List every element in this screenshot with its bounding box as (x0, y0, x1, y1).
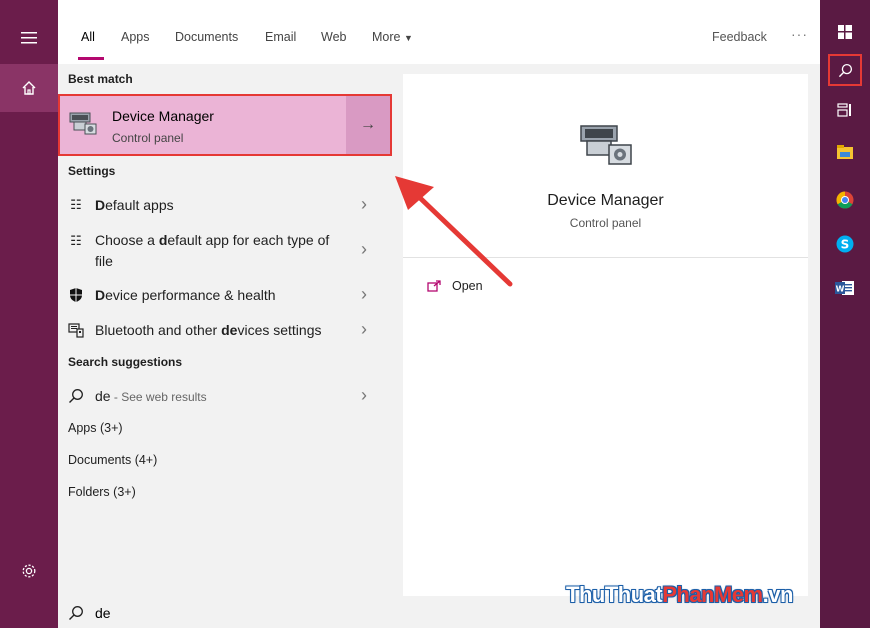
settings-gear-icon (22, 564, 36, 578)
default-apps-icon: ☷ (70, 197, 82, 212)
start-button[interactable] (820, 12, 870, 52)
active-tab-indicator (78, 57, 104, 60)
skype-button[interactable]: S (820, 224, 870, 264)
chrome-button[interactable] (820, 180, 870, 220)
category-apps[interactable]: Apps (3+) (68, 421, 123, 435)
device-manager-icon (69, 112, 97, 135)
word-button[interactable]: W (820, 268, 870, 308)
tab-more-label: More (372, 30, 401, 44)
list-item-label: Choose a default app for each type of fi… (95, 232, 330, 269)
chevron-right-icon: › (361, 319, 367, 339)
windows-logo-icon (838, 25, 852, 39)
list-item-label: Bluetooth and other devices settings (95, 322, 322, 338)
task-view-icon (837, 103, 851, 117)
best-match-open-button[interactable]: → (346, 96, 390, 154)
best-match-device-manager[interactable]: Device Manager Control panel → (58, 94, 392, 156)
taskbar: S W (820, 0, 870, 628)
chevron-right-icon: › (361, 385, 367, 405)
settings-heading: Settings (68, 164, 116, 178)
list-item-default-apps[interactable]: ☷ Default apps › (58, 194, 392, 218)
word-icon: W (835, 281, 854, 295)
search-icon (69, 389, 83, 403)
default-apps-icon: ☷ (70, 233, 82, 248)
list-item-label: de - See web results (95, 388, 207, 404)
taskbar-search-button[interactable] (828, 54, 862, 86)
search-icon (69, 606, 83, 620)
list-item-device-performance[interactable]: Device performance & health › (58, 284, 392, 308)
more-options-button[interactable]: ··· (791, 26, 808, 42)
shield-icon (70, 288, 82, 302)
chevron-right-icon: › (361, 239, 367, 259)
list-item-label: Default apps (95, 197, 174, 213)
device-manager-icon (580, 125, 632, 165)
home-button[interactable] (0, 64, 58, 112)
chevron-right-icon: › (361, 284, 367, 304)
caret-down-icon: ▼ (403, 33, 413, 43)
detail-divider (403, 257, 808, 258)
list-item-bluetooth-devices[interactable]: Bluetooth and other devices settings › (58, 319, 392, 343)
open-action[interactable]: Open (427, 279, 483, 293)
list-item-web-suggestion[interactable]: de - See web results › (58, 385, 392, 409)
search-input[interactable]: de (95, 605, 111, 621)
settings-button[interactable] (0, 547, 58, 595)
list-item-label: Device performance & health (95, 287, 276, 303)
best-match-subtitle: Control panel (112, 131, 184, 145)
file-explorer-icon (837, 145, 853, 159)
detail-pane: Device Manager Control panel Open (403, 74, 808, 596)
search-tabs: All Apps Documents Email Web More ▼ Feed… (58, 0, 820, 64)
detail-subtitle: Control panel (569, 216, 642, 230)
task-view-button[interactable] (820, 90, 870, 130)
start-rail (0, 0, 58, 628)
tab-web[interactable]: Web (321, 30, 346, 44)
tab-more[interactable]: More ▼ (372, 30, 413, 44)
svg-text:W: W (836, 285, 845, 294)
chrome-icon (836, 191, 854, 209)
svg-text:S: S (841, 238, 850, 252)
detail-title: Device Manager (547, 192, 664, 209)
watermark-logo: ThuThuatPhanMem.vn (566, 582, 793, 607)
list-item-default-app-file-type[interactable]: ☷ Choose a default app for each type of … (58, 230, 392, 274)
chevron-right-icon: › (361, 194, 367, 214)
hamburger-icon (21, 32, 37, 44)
best-match-heading: Best match (68, 72, 133, 86)
skype-icon: S (836, 235, 854, 253)
open-icon (427, 280, 441, 292)
hamburger-menu-button[interactable] (0, 14, 58, 62)
feedback-link[interactable]: Feedback (712, 30, 767, 44)
bluetooth-devices-icon (68, 323, 84, 338)
category-folders[interactable]: Folders (3+) (68, 485, 136, 499)
tab-apps[interactable]: Apps (121, 30, 150, 44)
arrow-right-icon: → (360, 116, 376, 133)
tab-all[interactable]: All (81, 30, 95, 44)
best-match-title: Device Manager (112, 108, 214, 124)
tab-documents[interactable]: Documents (175, 30, 238, 44)
open-label: Open (452, 279, 483, 293)
home-icon (22, 81, 36, 95)
tab-email[interactable]: Email (265, 30, 296, 44)
file-explorer-button[interactable] (820, 132, 870, 172)
results-list: Best match Device Manager Control panel … (58, 64, 392, 596)
category-documents[interactable]: Documents (4+) (68, 453, 157, 467)
search-suggestions-heading: Search suggestions (68, 355, 183, 369)
search-icon (838, 63, 852, 77)
